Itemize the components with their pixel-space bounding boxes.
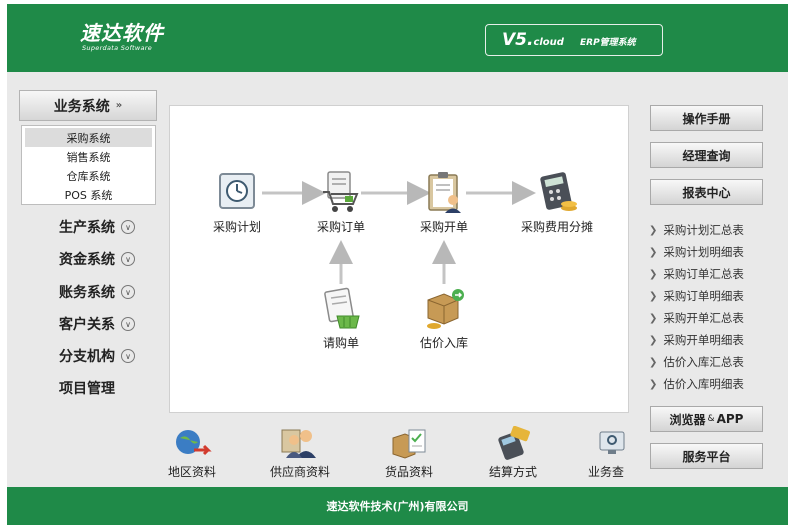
chevron-right-icon: ❯ — [649, 356, 658, 368]
people-icon — [281, 429, 316, 458]
chevron-right-icon: ❯ — [649, 246, 658, 258]
card-terminal-icon — [498, 426, 530, 460]
submenu-item-purchase[interactable]: 采购系统 — [25, 128, 152, 147]
manager-query-button[interactable]: 经理查询 — [650, 142, 763, 168]
report-center-button[interactable]: 报表中心 — [650, 179, 763, 205]
report-list: ❯ 采购计划汇总表 ❯ 采购计划明细表 ❯ 采购订单汇总表 ❯ 采购订单明细表 ❯ 采购开… — [649, 219, 784, 395]
version-text: V5.cloud — [502, 30, 564, 50]
chevron-right-icon: ❯ — [649, 268, 658, 280]
chevron-right-icon: ❯ — [649, 290, 658, 302]
workflow-panel: 采购计划 采购订单 采购开单 采购费用分摊 请购单 估价入库 — [169, 105, 629, 413]
globe-arrow-icon — [176, 430, 212, 456]
shortcut-supplier-data[interactable]: 供应商资料 — [265, 426, 335, 480]
shortcut-region-data[interactable]: 地区资料 — [162, 426, 222, 480]
menu-project[interactable]: 项目管理 — [59, 376, 169, 400]
menu-production[interactable]: 生产系统 ∨ — [59, 215, 169, 239]
flow-node-cost-allocation[interactable]: 采购费用分摊 — [512, 170, 602, 235]
chevron-right-icon: ❯ — [649, 312, 658, 324]
footer-bar: 速达软件技术(广州)有限公司 — [7, 487, 788, 525]
company-logo: 速达软件 Superdata Software — [80, 22, 164, 52]
header-bar: 速达软件 Superdata Software V5.cloud ERP管理系统 — [7, 4, 788, 72]
monitor-search-icon — [599, 431, 625, 454]
calculator-coins-icon — [540, 172, 577, 211]
report-item[interactable]: ❯ 采购订单汇总表 — [649, 263, 784, 285]
chevron-down-circle-icon: ∨ — [121, 220, 135, 234]
report-item[interactable]: ❯ 采购订单明细表 — [649, 285, 784, 307]
footer-company-text: 速达软件技术(广州)有限公司 — [326, 500, 469, 513]
report-item[interactable]: ❯ 采购开单汇总表 — [649, 307, 784, 329]
logo-cn-text: 速达软件 — [80, 21, 164, 45]
report-item[interactable]: ❯ 采购开单明细表 — [649, 329, 784, 351]
cart-order-icon — [323, 171, 359, 212]
shortcut-business-query[interactable]: 业务查 — [585, 426, 627, 480]
flow-node-purchase-order[interactable]: 采购订单 — [306, 170, 376, 235]
menu-business-system[interactable]: 业务系统 » — [19, 90, 157, 121]
flow-node-purchase-request[interactable]: 请购单 — [310, 286, 372, 351]
menu-accounting[interactable]: 账务系统 ∨ — [59, 280, 169, 304]
service-platform-button[interactable]: 服务平台 — [650, 443, 763, 469]
chevron-down-circle-icon: ∨ — [121, 252, 135, 266]
chevron-right-icon: ❯ — [649, 334, 658, 346]
clipboard-user-icon — [428, 172, 461, 213]
chevron-right-icon: ❯ — [649, 378, 658, 390]
manual-button[interactable]: 操作手册 — [650, 105, 763, 131]
chevron-down-circle-icon: ∨ — [121, 349, 135, 363]
main-area: 业务系统 » 采购系统 销售系统 仓库系统 POS 系统 生产系统 ∨ 资金系统 ∨… — [7, 72, 788, 487]
browser-app-button[interactable]: 浏览器 & APP — [650, 406, 763, 432]
document-basket-icon — [324, 287, 360, 329]
chevron-right-icon: ❯ — [649, 224, 658, 236]
menu-branch[interactable]: 分支机构 ∨ — [59, 344, 169, 368]
submenu-item-sales[interactable]: 销售系统 — [22, 147, 155, 166]
menu-funds[interactable]: 资金系统 ∨ — [59, 247, 169, 271]
box-checklist-icon — [392, 429, 426, 459]
double-chevron-down-icon: » — [115, 100, 123, 111]
report-item[interactable]: ❯ 采购计划明细表 — [649, 241, 784, 263]
logo-en-text: Superdata Software — [82, 44, 153, 52]
chevron-down-circle-icon: ∨ — [121, 317, 135, 331]
version-badge: V5.cloud ERP管理系统 — [485, 24, 663, 56]
box-coins-icon — [427, 289, 464, 329]
report-item[interactable]: ❯ 采购计划汇总表 — [649, 219, 784, 241]
flow-node-purchase-plan[interactable]: 采购计划 — [208, 170, 266, 235]
chevron-down-circle-icon: ∨ — [121, 285, 135, 299]
clock-plan-icon — [219, 173, 255, 209]
report-item[interactable]: ❯ 估价入库汇总表 — [649, 351, 784, 373]
flow-node-purchase-bill[interactable]: 采购开单 — [412, 170, 476, 235]
shortcut-goods-data[interactable]: 货品资料 — [379, 426, 439, 480]
flow-node-estimate-stock-in[interactable]: 估价入库 — [412, 286, 476, 351]
submenu-list: 采购系统 销售系统 仓库系统 POS 系统 — [21, 125, 156, 205]
submenu-item-warehouse[interactable]: 仓库系统 — [22, 166, 155, 185]
shortcut-settlement-method[interactable]: 结算方式 — [481, 426, 545, 480]
menu-customer[interactable]: 客户关系 ∨ — [59, 312, 169, 336]
erp-label: ERP管理系统 — [580, 38, 636, 48]
flow-arrows — [262, 181, 536, 284]
submenu-item-pos[interactable]: POS 系统 — [22, 185, 155, 204]
report-item[interactable]: ❯ 估价入库明细表 — [649, 373, 784, 395]
